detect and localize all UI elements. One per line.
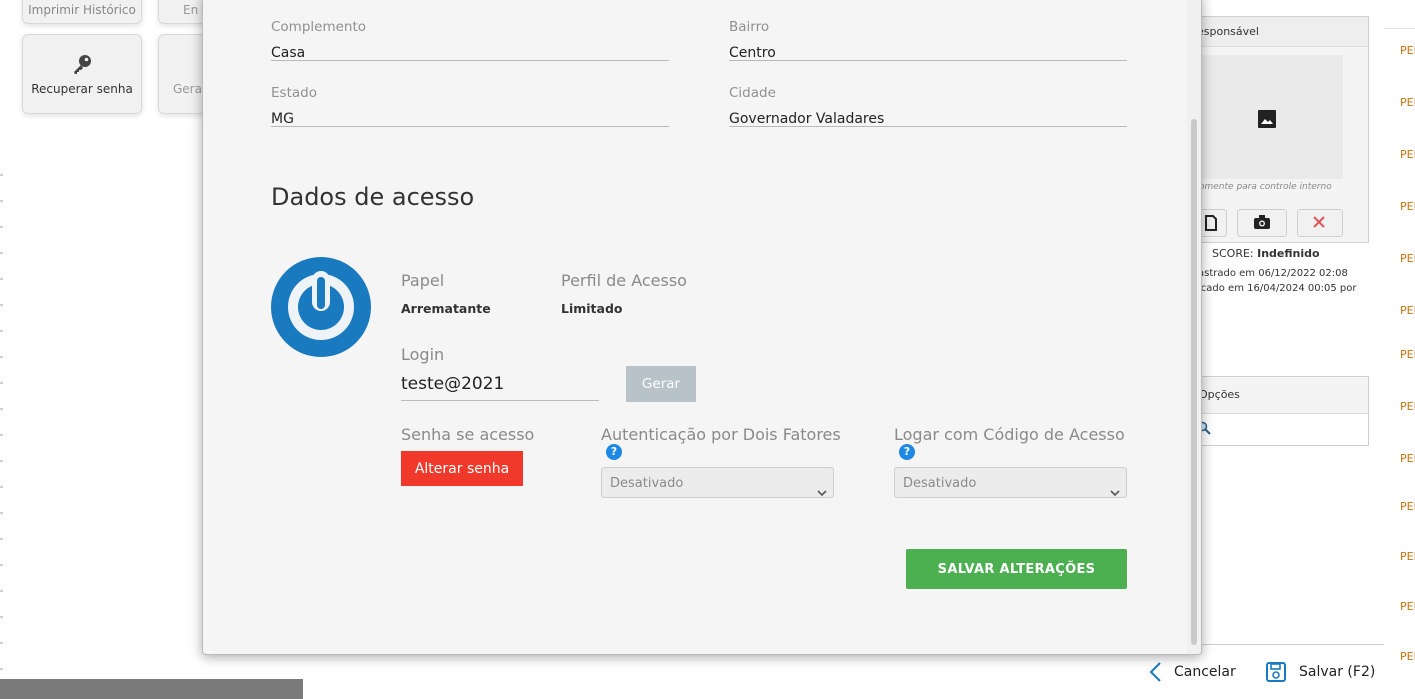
chevron-down-icon: [1110, 478, 1120, 509]
recover-password-label: Recuperar senha: [31, 82, 133, 96]
photo-note: omente para controle interno: [1199, 182, 1332, 192]
status-cell: PEN: [1400, 400, 1415, 413]
bairro-field[interactable]: Bairro Centro: [729, 19, 1127, 61]
complemento-value: Casa: [271, 45, 306, 61]
status-cell: PEN: [1400, 96, 1415, 109]
edit-user-modal: Complemento Casa Bairro Centro Estado MG…: [202, 0, 1202, 655]
cancel-button[interactable]: Cancelar: [1148, 660, 1236, 684]
access-code-select[interactable]: Desativado: [894, 467, 1127, 498]
floppy-disk-icon: [1266, 662, 1286, 682]
status-cell: PEN: [1400, 252, 1415, 265]
login-label: Login: [401, 345, 445, 364]
responsavel-box: esponsável omente para controle interno: [1190, 16, 1369, 243]
upload-icon: [1204, 215, 1218, 236]
key-icon: [23, 53, 141, 80]
print-history-label: Imprimir Histórico: [28, 3, 136, 17]
two-factor-help-icon[interactable]: ?: [606, 444, 622, 460]
status-cell: PEN: [1400, 600, 1415, 613]
created-at: astrado em 06/12/2022 02:08: [1198, 268, 1348, 279]
complemento-label: Complemento: [271, 19, 367, 35]
login-input[interactable]: [401, 368, 599, 401]
cidade-value: Governador Valadares: [729, 111, 885, 127]
estado-value: MG: [271, 111, 294, 127]
two-factor-select[interactable]: Desativado: [601, 467, 834, 498]
responsavel-header: esponsável: [1191, 17, 1368, 47]
camera-icon: [1254, 215, 1270, 234]
chevron-left-icon: [1149, 662, 1161, 682]
access-code-help-icon[interactable]: ?: [899, 444, 915, 460]
chevron-down-icon: [817, 478, 827, 509]
print-history-tile[interactable]: Imprimir Histórico: [22, 0, 142, 24]
two-factor-value: Desativado: [610, 476, 684, 491]
status-cell: PEN: [1400, 200, 1415, 213]
bairro-value: Centro: [729, 45, 776, 61]
status-cell: PEN: [1400, 550, 1415, 563]
score-value: Indefinido: [1257, 247, 1320, 260]
score-label: SCORE:: [1212, 247, 1254, 260]
status-cell: PEN: [1400, 452, 1415, 465]
bairro-label: Bairro: [729, 19, 770, 35]
status-cell: PEN: [1400, 44, 1415, 57]
recover-password-tile[interactable]: Recuperar senha: [22, 34, 142, 114]
estado-label: Estado: [271, 85, 317, 101]
camera-button[interactable]: [1237, 209, 1287, 237]
status-cell: PEN: [1400, 500, 1415, 513]
status-cell: PEN: [1400, 304, 1415, 317]
cidade-label: Cidade: [729, 85, 776, 101]
row-markers: [0, 150, 3, 670]
perfil-label: Perfil de Acesso: [561, 271, 687, 290]
perfil-value: Limitado: [561, 301, 623, 316]
complemento-field[interactable]: Complemento Casa: [271, 19, 669, 61]
save-f2-label: Salvar (F2): [1299, 664, 1376, 680]
status-cell: PEN: [1400, 650, 1415, 663]
status-cell: PEN: [1400, 148, 1415, 161]
access-section-title: Dados de acesso: [271, 183, 475, 211]
papel-label: Papel: [401, 271, 445, 290]
scrollbar-thumb[interactable]: [1191, 119, 1197, 645]
password-label: Senha se acesso: [401, 425, 535, 444]
change-password-button[interactable]: Alterar senha: [401, 451, 523, 486]
generate-login-button[interactable]: Gerar: [626, 366, 696, 402]
estado-field[interactable]: Estado MG: [271, 85, 669, 127]
image-icon: [1258, 110, 1276, 133]
cidade-field[interactable]: Cidade Governador Valadares: [729, 85, 1127, 127]
status-cell: PEN: [1400, 348, 1415, 361]
save-f2-button[interactable]: Salvar (F2): [1265, 660, 1375, 684]
table-edge-column: PEN PEN PEN PEN PEN PEN PEN PEN PEN PEN …: [1384, 0, 1415, 699]
cancel-label: Cancelar: [1174, 664, 1236, 680]
two-factor-label: Autenticação por Dois Fatores: [601, 425, 841, 444]
power-logo-avatar: [271, 257, 371, 357]
access-code-value: Desativado: [903, 476, 977, 491]
score-line: SCORE: Indefinido: [1212, 247, 1320, 260]
remove-photo-button[interactable]: [1297, 209, 1343, 237]
papel-value: Arrematante: [401, 301, 491, 316]
save-changes-button[interactable]: SALVAR ALTERAÇÕES: [906, 549, 1127, 589]
access-code-label: Logar com Código de Acesso: [894, 425, 1125, 444]
options-header: Opções: [1191, 377, 1368, 414]
modified-at: icado em 16/04/2024 00:05 por: [1198, 283, 1357, 294]
row-divider: [1384, 28, 1415, 29]
options-box: Opções: [1190, 376, 1369, 446]
photo-placeholder: [1197, 55, 1343, 179]
close-icon: [1313, 215, 1325, 233]
